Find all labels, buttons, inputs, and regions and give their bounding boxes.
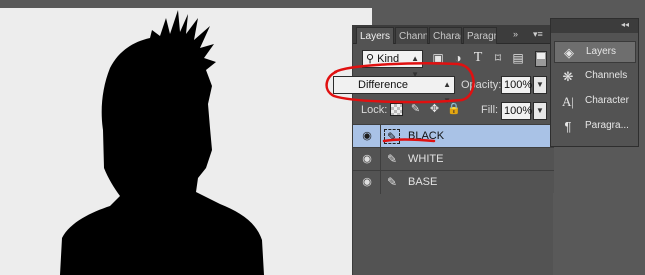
opacity-dropdown[interactable]: ▼ (533, 76, 547, 94)
fill-dropdown[interactable]: ▼ (533, 102, 547, 120)
fill-label: Fill: (481, 104, 499, 116)
lock-pixels-icon[interactable]: ✎ (409, 103, 422, 116)
layer-name[interactable]: WHITE (408, 151, 443, 167)
dock-item-label: Layers (586, 46, 617, 57)
tab-overflow-icon[interactable]: » (513, 29, 518, 39)
dock-item-channels[interactable]: ❋ Channels (554, 66, 636, 88)
paragraph-icon: ¶ (564, 119, 572, 134)
visibility-eye-icon[interactable]: ◉ (360, 175, 374, 189)
silhouette-image (60, 10, 264, 275)
lock-all-icon[interactable]: 🔒 (447, 103, 461, 116)
lock-position-icon[interactable]: ✥ (428, 103, 441, 116)
filter-kind-label: Kind (377, 53, 400, 65)
type-filter-icon[interactable]: T (471, 51, 485, 65)
fill-input[interactable]: 100% (501, 102, 532, 120)
blend-mode-value: Difference (358, 79, 408, 91)
tab-character[interactable]: Charac (429, 27, 462, 44)
document-canvas[interactable] (0, 8, 372, 275)
visibility-eye-icon[interactable]: ◉ (360, 152, 374, 166)
dock-item-label: Character (585, 95, 629, 106)
panel-tab-bar: Layers Channe Charac Paragr » ▾≡ (353, 25, 554, 44)
character-icon: A| (562, 94, 574, 109)
dock-item-character[interactable]: A| Character (554, 91, 636, 113)
brush-icon: ✎ (384, 129, 400, 144)
opacity-input[interactable]: 100% (501, 76, 532, 94)
dock-item-layers[interactable]: ◈ Layers (554, 41, 636, 63)
blend-row: Difference ▲ ▼ Opacity: 100% ▼ (333, 73, 554, 105)
layer-name[interactable]: BASE (408, 174, 437, 190)
dock-header[interactable]: ◂◂ (551, 19, 638, 33)
layers-icon: ◈ (564, 45, 574, 60)
filter-kind-select[interactable]: ⚲ Kind ▲ ▼ (362, 50, 423, 79)
layer-row-black[interactable]: ◉ ✎ BLACK (353, 124, 554, 148)
lock-transparency-icon[interactable] (390, 103, 403, 116)
shape-filter-icon[interactable]: ⌑ (491, 51, 505, 65)
filter-row: ⚲ Kind ▲ ▼ ▣ ◑ T ⌑ ▤ (353, 47, 554, 79)
blend-mode-select[interactable]: Difference ▲ ▼ (333, 76, 455, 105)
layers-panel: Layers Channe Charac Paragr » ▾≡ ⚲ Kind … (333, 25, 554, 275)
brush-icon: ✎ (386, 152, 398, 166)
layer-row-base[interactable]: ◉ ✎ BASE (353, 170, 554, 194)
tab-layers[interactable]: Layers (356, 27, 394, 44)
lock-row: Lock: ✎ ✥ 🔒 Fill: 100% ▼ (353, 99, 554, 123)
dock-item-paragraph[interactable]: ¶ Paragra... (554, 116, 636, 138)
layer-name[interactable]: BLACK (408, 128, 444, 144)
filter-toggle-switch[interactable] (535, 51, 547, 67)
brush-icon: ✎ (386, 175, 398, 189)
smart-object-filter-icon[interactable]: ▤ (511, 51, 525, 65)
visibility-eye-icon[interactable]: ◉ (360, 129, 374, 143)
channels-icon: ❋ (562, 69, 574, 84)
layer-row-white[interactable]: ◉ ✎ WHITE (353, 147, 554, 171)
adjustment-filter-icon[interactable]: ◑ (451, 51, 465, 65)
dock-item-label: Paragra... (585, 120, 629, 131)
opacity-label: Opacity: (461, 79, 502, 91)
panel-menu-icon[interactable]: ▾≡ (533, 29, 543, 40)
expand-panels-icon[interactable]: ◂◂ (621, 20, 629, 29)
tab-channels[interactable]: Channe (395, 27, 428, 44)
collapsed-panel-dock: ◂◂ ◈ Layers ❋ Channels A| Character ¶ Pa… (550, 18, 639, 147)
tab-paragraph[interactable]: Paragr (463, 27, 497, 44)
lock-label: Lock: (361, 104, 388, 116)
image-filter-icon[interactable]: ▣ (431, 51, 445, 65)
dock-item-label: Channels (585, 70, 628, 81)
search-icon: ⚲ (366, 53, 375, 65)
